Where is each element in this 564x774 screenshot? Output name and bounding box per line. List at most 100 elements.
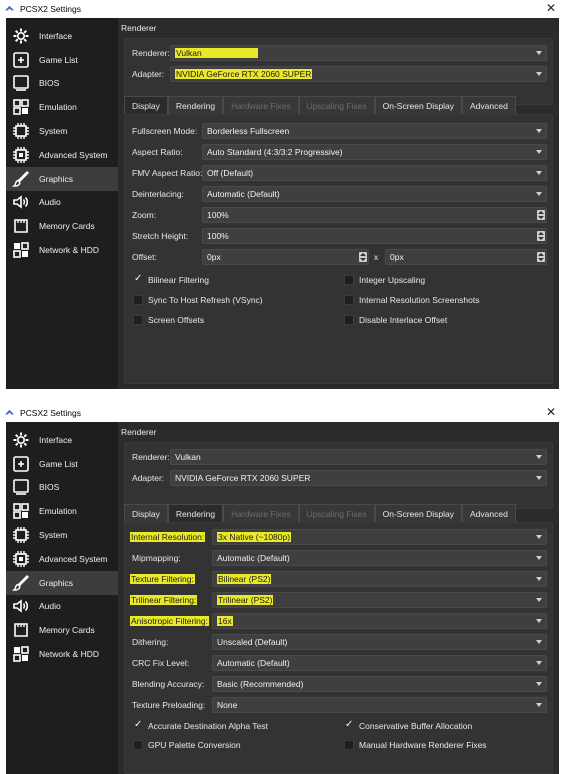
trilinear-filtering-select[interactable]: Trilinear (PS2) bbox=[212, 592, 547, 608]
texture-preloading-select[interactable]: None bbox=[212, 697, 547, 713]
renderer-select[interactable]: Vulkan bbox=[170, 449, 547, 465]
sidebar-item-audio[interactable]: Audio bbox=[6, 191, 118, 215]
crc-fix-level-select[interactable]: Automatic (Default) bbox=[212, 655, 547, 671]
aspect-ratio-select[interactable]: Auto Standard (4:3/3:2 Progressive) bbox=[202, 144, 547, 160]
gear-icon bbox=[13, 432, 29, 448]
field-value: Automatic (Default) bbox=[217, 658, 290, 668]
sidebar-item-audio[interactable]: Audio bbox=[6, 595, 118, 619]
tab-bar: Display Rendering Hardware Fixes Upscaling … bbox=[124, 504, 553, 522]
checkbox-manual-hardware-renderer-fixes[interactable]: Manual Hardware Renderer Fixes bbox=[344, 738, 487, 752]
offset-x-spinbox[interactable]: 0px bbox=[202, 249, 369, 265]
tab-hardware-fixes[interactable]: Hardware Fixes bbox=[223, 96, 299, 114]
speaker-icon bbox=[13, 195, 29, 210]
stretch-height-spinbox[interactable]: 100% bbox=[202, 228, 547, 244]
zoom-spinbox[interactable]: 100% bbox=[202, 207, 547, 223]
checkbox-sync-to-host-refresh-vsync[interactable]: Sync To Host Refresh (VSync) bbox=[133, 293, 263, 307]
sidebar-item-label: System bbox=[39, 530, 68, 541]
checkbox-bilinear-filtering[interactable]: ✓ Bilinear Filtering bbox=[133, 273, 209, 287]
spin-arrows-icon[interactable] bbox=[537, 231, 545, 241]
internal-resolution-select[interactable]: 3x Native (~1080p) bbox=[212, 529, 547, 545]
sidebar-item-game-list[interactable]: Game List bbox=[6, 48, 118, 72]
speaker-icon bbox=[13, 599, 29, 614]
checkbox-conservative-buffer-allocation[interactable]: ✓ Conservative Buffer Allocation bbox=[344, 719, 472, 733]
field-value: Automatic (Default) bbox=[207, 189, 280, 199]
texture-filtering-select[interactable]: Bilinear (PS2) bbox=[212, 571, 547, 587]
tab-hardware-fixes[interactable]: Hardware Fixes bbox=[223, 504, 299, 522]
sidebar-item-network-hdd[interactable]: Network & HDD bbox=[6, 238, 118, 262]
sidebar-item-bios[interactable]: BIOS bbox=[6, 476, 118, 500]
spin-arrows-icon[interactable] bbox=[359, 252, 367, 262]
field-row-deinterlacing: Deinterlacing: Automatic (Default) bbox=[130, 186, 547, 202]
cpu-advanced-icon bbox=[13, 550, 29, 567]
fmv-aspect-ratio-select[interactable]: Off (Default) bbox=[202, 165, 547, 181]
offset-y-spinbox[interactable]: 0px bbox=[385, 249, 547, 265]
renderer-select[interactable]: Vulkan bbox=[170, 45, 547, 61]
checkbox-label: Integer Upscaling bbox=[359, 275, 426, 285]
anisotropic-filtering-select[interactable]: 16x bbox=[212, 613, 547, 629]
spin-arrows-icon[interactable] bbox=[537, 210, 545, 220]
field-value: Borderless Fullscreen bbox=[207, 126, 290, 136]
field-label: Mipmapping: bbox=[132, 553, 181, 563]
checkbox-label: Accurate Destination Alpha Test bbox=[148, 721, 268, 731]
sidebar-item-memory-cards[interactable]: Memory Cards bbox=[6, 214, 118, 238]
checkbox-integer-upscaling[interactable]: Integer Upscaling bbox=[344, 273, 425, 287]
sidebar-item-interface[interactable]: Interface bbox=[6, 24, 118, 48]
blending-accuracy-select[interactable]: Basic (Recommended) bbox=[212, 676, 547, 692]
sidebar-item-system[interactable]: System bbox=[6, 523, 118, 547]
tab-upscaling-fixes[interactable]: Upscaling Fixes bbox=[298, 96, 375, 114]
spin-arrows-icon[interactable] bbox=[537, 252, 545, 262]
close-button[interactable]: ✕ bbox=[546, 1, 556, 15]
tab-on-screen-display[interactable]: On-Screen Display bbox=[374, 504, 462, 522]
tab-on-screen-display[interactable]: On-Screen Display bbox=[374, 96, 462, 114]
field-row-zoom: Zoom: 100% bbox=[130, 207, 547, 223]
game-list-icon bbox=[13, 51, 29, 68]
tab-display[interactable]: Display bbox=[124, 504, 168, 522]
tab-advanced[interactable]: Advanced bbox=[461, 96, 516, 114]
tab-rendering[interactable]: Rendering bbox=[167, 504, 224, 522]
checkbox-accurate-destination-alpha-test[interactable]: ✓ Accurate Destination Alpha Test bbox=[133, 719, 268, 733]
checkmark-icon: ✓ bbox=[134, 719, 143, 730]
sidebar-item-advanced-system[interactable]: Advanced System bbox=[6, 547, 118, 571]
checkbox-label: Manual Hardware Renderer Fixes bbox=[359, 740, 487, 750]
adapter-select[interactable]: NVIDIA GeForce RTX 2060 SUPER bbox=[170, 66, 547, 82]
field-label: FMV Aspect Ratio: bbox=[132, 168, 203, 178]
sidebar-item-bios[interactable]: BIOS bbox=[6, 72, 118, 96]
checkmark-icon: ✓ bbox=[134, 273, 143, 284]
sidebar-item-advanced-system[interactable]: Advanced System bbox=[6, 143, 118, 167]
tab-advanced[interactable]: Advanced bbox=[461, 504, 516, 522]
deinterlacing-select[interactable]: Automatic (Default) bbox=[202, 186, 547, 202]
sidebar-item-emulation[interactable]: Emulation bbox=[6, 95, 118, 119]
field-value: Basic (Recommended) bbox=[217, 679, 304, 689]
sidebar-item-label: System bbox=[39, 126, 68, 137]
checkbox-gpu-palette-conversion[interactable]: GPU Palette Conversion bbox=[133, 738, 241, 752]
sidebar-item-network-hdd[interactable]: Network & HDD bbox=[6, 642, 118, 666]
sidebar-item-memory-cards[interactable]: Memory Cards bbox=[6, 618, 118, 642]
sidebar-item-interface[interactable]: Interface bbox=[6, 428, 118, 452]
sidebar-item-system[interactable]: System bbox=[6, 119, 118, 143]
sidebar-item-graphics[interactable]: Graphics bbox=[6, 166, 118, 191]
checkbox-disable-interlace-offset[interactable]: Disable Interlace Offset bbox=[344, 313, 447, 327]
renderer-value: Vulkan bbox=[175, 48, 258, 58]
fullscreen-mode-select[interactable]: Borderless Fullscreen bbox=[202, 123, 547, 139]
rendering-tab-panel: Internal Resolution: 3x Native (~1080p) Mi… bbox=[124, 522, 553, 774]
adapter-select[interactable]: NVIDIA GeForce RTX 2060 SUPER bbox=[170, 470, 547, 486]
chevron-down-icon bbox=[536, 577, 542, 581]
section-renderer-label: Renderer bbox=[121, 427, 157, 437]
checkbox-screen-offsets[interactable]: Screen Offsets bbox=[133, 313, 204, 327]
settings-window-display: PCSX2 Settings ✕ Interface Game List BIOS E… bbox=[0, 0, 564, 389]
checkbox-internal-resolution-screenshots[interactable]: Internal Resolution Screenshots bbox=[344, 293, 480, 307]
sidebar-item-emulation[interactable]: Emulation bbox=[6, 499, 118, 523]
sidebar-item-game-list[interactable]: Game List bbox=[6, 452, 118, 476]
close-button[interactable]: ✕ bbox=[546, 405, 556, 419]
mipmapping-select[interactable]: Automatic (Default) bbox=[212, 550, 547, 566]
field-label: Anisotropic Filtering: bbox=[130, 616, 210, 626]
tab-display[interactable]: Display bbox=[124, 96, 168, 114]
sidebar-item-graphics[interactable]: Graphics bbox=[6, 570, 118, 595]
checkbox-box bbox=[344, 315, 354, 325]
dithering-select[interactable]: Unscaled (Default) bbox=[212, 634, 547, 650]
sidebar-item-label: Network & HDD bbox=[39, 245, 99, 256]
tab-upscaling-fixes[interactable]: Upscaling Fixes bbox=[298, 504, 375, 522]
window-title: PCSX2 Settings bbox=[20, 408, 81, 418]
tab-rendering[interactable]: Rendering bbox=[167, 96, 224, 114]
adapter-row: Adapter: NVIDIA GeForce RTX 2060 SUPER bbox=[130, 470, 547, 486]
